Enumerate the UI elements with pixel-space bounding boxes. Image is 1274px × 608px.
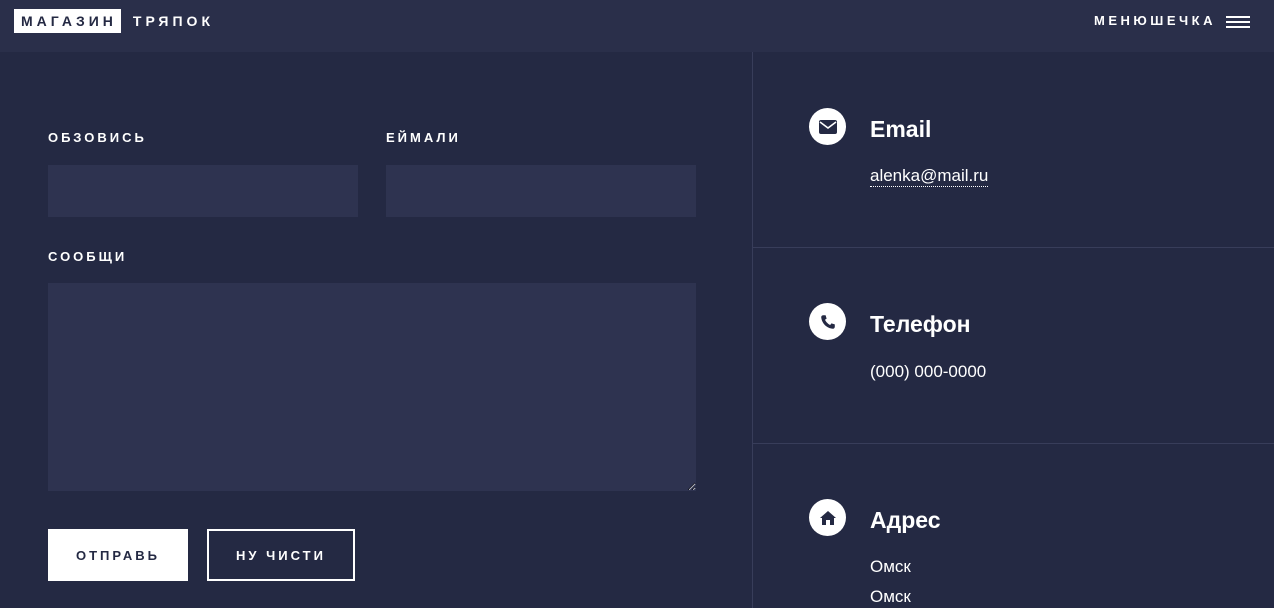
address-title: Адрес — [870, 507, 941, 533]
message-field-label: СООБЩИ — [48, 249, 128, 264]
email-title: Email — [870, 116, 932, 142]
phone-icon — [809, 303, 846, 340]
logo-boxed-text: МАГАЗИН — [14, 9, 121, 33]
name-field-label: ОБЗОВИСЬ — [48, 130, 147, 145]
address-line: Омск — [870, 587, 911, 606]
logo-plain-text: ТРЯПОК — [132, 13, 214, 29]
email-field-label: ЕЙМАЛИ — [386, 130, 461, 145]
email-input[interactable] — [386, 165, 696, 217]
address-line: Омск — [870, 557, 911, 576]
contact-divider — [753, 443, 1274, 444]
hamburger-icon — [1226, 14, 1250, 28]
envelope-icon — [809, 108, 846, 145]
name-input[interactable] — [48, 165, 358, 217]
site-logo[interactable]: МАГАЗИН ТРЯПОК — [14, 9, 214, 33]
contact-divider — [753, 247, 1274, 248]
phone-title: Телефон — [870, 311, 971, 337]
top-header: МАГАЗИН ТРЯПОК МЕНЮШЕЧКА — [0, 0, 1274, 52]
message-textarea[interactable] — [48, 283, 696, 491]
submit-button[interactable]: ОТПРАВЬ — [48, 529, 188, 581]
menu-button[interactable]: МЕНЮШЕЧКА — [1094, 12, 1250, 30]
email-value: alenka@mail.ru — [870, 166, 989, 187]
menu-label: МЕНЮШЕЧКА — [1094, 13, 1216, 28]
phone-value: (000) 000-0000 — [870, 362, 987, 381]
home-icon — [809, 499, 846, 536]
reset-button[interactable]: НУ ЧИСТИ — [207, 529, 355, 581]
email-link[interactable]: alenka@mail.ru — [870, 166, 989, 187]
vertical-divider — [752, 52, 753, 608]
